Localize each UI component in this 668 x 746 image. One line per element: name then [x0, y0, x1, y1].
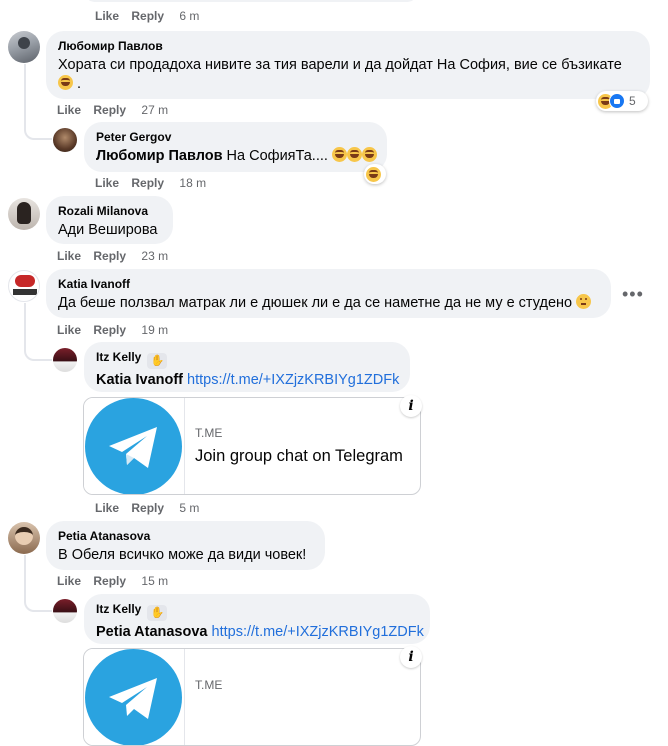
like-reaction-icon	[609, 93, 625, 109]
haha-reaction-icon	[366, 166, 381, 182]
comment-author[interactable]: Rozali Milanova	[58, 203, 161, 219]
thread-line	[24, 64, 52, 140]
wave-badge-icon: ✋	[147, 605, 168, 621]
comment-bubble: Rozali Milanova Ади Beширова	[46, 196, 173, 244]
reply-button[interactable]: Reply	[131, 8, 164, 24]
comment-bubble: Petia Atanasova В Обеля всичко може да в…	[46, 521, 325, 570]
reply-button[interactable]: Reply	[93, 322, 126, 338]
reply-button[interactable]: Reply	[93, 573, 126, 589]
wave-badge-icon: ✋	[147, 353, 168, 369]
mention-link[interactable]: Petia Atanasova	[96, 624, 207, 640]
reply-text: На СофияТа....	[226, 148, 328, 164]
telegram-logo-icon	[85, 649, 182, 745]
laughing-emoji-icon	[331, 147, 347, 162]
mention-link[interactable]: Любомир Павлов	[96, 148, 223, 164]
laughing-emoji-icon	[346, 147, 362, 162]
thread-line	[24, 303, 52, 361]
telegram-logo-icon	[85, 398, 182, 494]
timestamp[interactable]: 19 m	[141, 322, 168, 338]
thinking-emoji-icon	[576, 294, 592, 309]
mention-link[interactable]: Katia Ivanoff	[96, 372, 183, 388]
reply-bubble: Peter Gergov Любомир Павлов На СофияТа..…	[84, 122, 387, 172]
reply-actions: Like Reply 18 m	[95, 175, 206, 191]
timestamp[interactable]: 23 m	[141, 248, 168, 264]
reaction-summary[interactable]	[364, 164, 386, 184]
reply-author[interactable]: Itz Kelly	[96, 350, 141, 364]
laughing-emoji-icon	[58, 75, 73, 90]
comment-actions: Like Reply 15 m	[57, 573, 168, 589]
reply-bubble: Itz Kelly ✋ Petia Atanasova https://t.me/…	[84, 594, 430, 644]
like-button[interactable]: Like	[57, 248, 81, 264]
reply-author[interactable]: Peter Gergov	[96, 129, 375, 145]
link-preview-card[interactable]: T.ME Join group chat on Telegram	[83, 397, 421, 495]
comment-actions: Like Reply 23 m	[57, 248, 168, 264]
reply-button[interactable]: Reply	[131, 175, 164, 191]
reply-button[interactable]: Reply	[131, 500, 164, 516]
avatar-petia[interactable]	[8, 522, 40, 554]
avatar-katia[interactable]	[8, 270, 40, 302]
like-button[interactable]: Like	[95, 500, 119, 516]
reaction-summary[interactable]: 5	[596, 91, 648, 111]
link-thumbnail	[84, 398, 185, 494]
link-domain: T.ME	[195, 678, 223, 692]
timestamp[interactable]: 18 m	[179, 175, 206, 191]
timestamp[interactable]: 6 m	[179, 8, 199, 24]
like-button[interactable]: Like	[95, 8, 119, 24]
like-button[interactable]: Like	[95, 175, 119, 191]
reaction-count: 5	[629, 94, 636, 108]
link-title[interactable]: Join group chat on Telegram	[195, 446, 403, 466]
avatar-lyubomir[interactable]	[8, 31, 40, 63]
avatar-rozali[interactable]	[8, 198, 40, 230]
avatar-figure	[15, 527, 33, 545]
avatar-logo	[15, 275, 35, 287]
telegram-link[interactable]: https://t.me/+IXZjzKRBIYg1ZDFk	[187, 372, 399, 388]
reply-bubble-partial	[84, 0, 418, 2]
reply-button[interactable]: Reply	[93, 248, 126, 264]
timestamp[interactable]: 15 m	[141, 573, 168, 589]
like-button[interactable]: Like	[57, 102, 81, 118]
like-button[interactable]: Like	[57, 322, 81, 338]
comment-text: Хората си продадоха нивите за тия варели…	[58, 57, 622, 73]
avatar-figure	[18, 37, 30, 49]
like-button[interactable]: Like	[57, 573, 81, 589]
timestamp[interactable]: 27 m	[141, 102, 168, 118]
comment-text-line2: .	[58, 75, 638, 94]
link-thumbnail	[84, 649, 185, 745]
avatar-itz-kelly[interactable]	[53, 599, 77, 623]
comment-actions: Like Reply 6 m	[95, 8, 199, 24]
avatar-peter[interactable]	[53, 128, 77, 152]
comment-bubble: Katia Ivanoff Да беше ползвал матрак ли …	[46, 269, 611, 318]
comment-text: Ади Beширова	[58, 222, 158, 238]
telegram-plane-icon	[109, 427, 157, 468]
avatar-logo-text	[13, 289, 37, 295]
timestamp[interactable]: 5 m	[179, 500, 199, 516]
comment-actions: Like Reply 19 m	[57, 322, 168, 338]
more-options-icon[interactable]: •••	[622, 285, 644, 303]
comment-text: В Обеля всичко може да види човек!	[58, 547, 307, 563]
info-icon[interactable]: i	[400, 395, 422, 417]
info-icon[interactable]: i	[400, 646, 422, 668]
comment-author[interactable]: Petia Atanasova	[58, 528, 313, 544]
link-domain: T.ME	[195, 426, 223, 440]
comment-bubble: Любомир Павлов Хората си продадоха нивит…	[46, 31, 650, 99]
comment-author[interactable]: Любомир Павлов	[58, 38, 638, 54]
link-preview-card[interactable]: T.ME	[83, 648, 421, 746]
comment-author[interactable]: Katia Ivanoff	[58, 276, 599, 292]
avatar-itz-kelly[interactable]	[53, 348, 77, 372]
avatar-figure	[17, 202, 31, 224]
reply-button[interactable]: Reply	[93, 102, 126, 118]
reply-actions: Like Reply 5 m	[95, 500, 199, 516]
comment-text: Да беше ползвал матрак ли е дюшек ли е д…	[58, 295, 573, 311]
reply-author[interactable]: Itz Kelly	[96, 602, 141, 616]
telegram-plane-icon	[109, 678, 157, 719]
laughing-emoji-icon	[361, 147, 377, 162]
thread-line	[24, 555, 52, 612]
comment-actions: Like Reply 27 m	[57, 102, 168, 118]
reply-bubble: Itz Kelly ✋ Katia Ivanoff https://t.me/+I…	[84, 342, 410, 392]
telegram-link[interactable]: https://t.me/+IXZjzKRBIYg1ZDFk	[212, 624, 424, 640]
